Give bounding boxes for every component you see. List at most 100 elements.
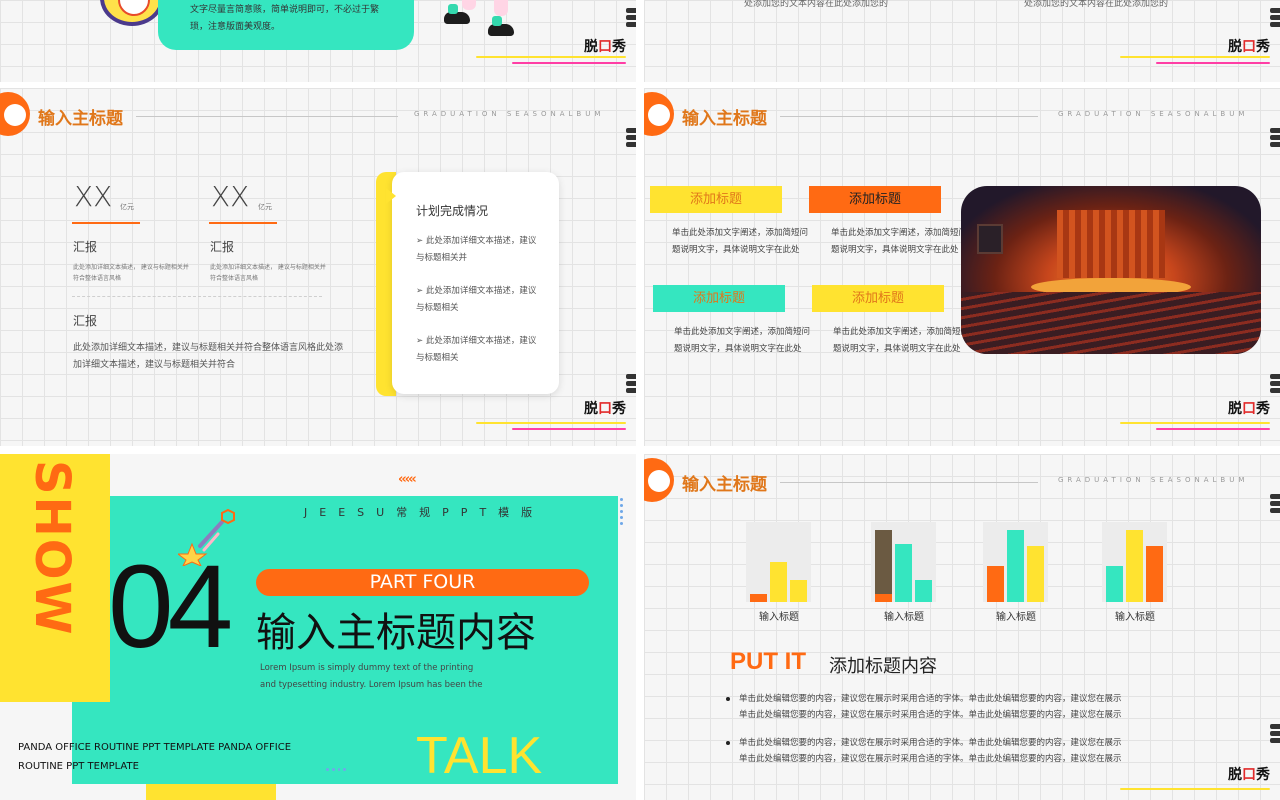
pill-label: 添加标题 xyxy=(650,186,782,213)
slide-mid-left[interactable]: 输入主标题 GRADUATION SEASONALBUM XX 亿元 汇报 此处… xyxy=(0,88,636,446)
side-tabs xyxy=(1270,8,1280,29)
plan-card: 计划完成情况 ➢ 此处添加详细文本描述，建议与标题相关并 ➢ 此处添加详细文本描… xyxy=(392,172,559,394)
pill-label: 添加标题 xyxy=(812,285,944,312)
logo: 脱口秀 xyxy=(584,39,626,55)
shoe-icon xyxy=(488,16,514,36)
info-card: 文字尽量言简意赅，简单说明即可，不必过于繁琐，注意版面美观度。 xyxy=(158,0,414,50)
decor-stripe xyxy=(1156,62,1270,64)
header-title: 输入主标题 xyxy=(38,109,123,129)
section-title: 输入主标题内容 xyxy=(256,610,536,656)
stat1-label: 汇报 xyxy=(73,240,98,254)
bar xyxy=(987,566,1004,602)
slide-bottom-left[interactable]: SHOW ‹‹‹‹‹ JEESU常规PPT模版 04 PART FOUR 输入主… xyxy=(0,454,636,800)
theater-image xyxy=(961,186,1261,354)
side-tabs xyxy=(1270,374,1280,395)
leg-illustration xyxy=(494,0,508,16)
logo: 脱口秀 xyxy=(584,401,626,417)
stat2-unit: 亿元 xyxy=(258,203,272,211)
bullet-dot xyxy=(726,741,730,745)
decor-stripe xyxy=(1120,56,1270,58)
header-dot xyxy=(0,92,30,136)
shoe-icon xyxy=(444,4,470,24)
pill-desc: 单击此处添加文字阐述，添加简短问题说明文字，具体说明文字在此处 xyxy=(672,228,809,255)
lorem-text: Lorem Ipsum is simply dummy text of the … xyxy=(260,663,483,690)
bullet-dot xyxy=(726,697,730,701)
bar xyxy=(1007,530,1024,602)
logo: 脱口秀 xyxy=(1228,401,1270,417)
header-subtitle: GRADUATION SEASONALBUM xyxy=(414,110,605,118)
decor-stripe xyxy=(1120,422,1270,424)
clock-illustration xyxy=(100,0,164,26)
bar xyxy=(1126,530,1143,602)
stat2-value: XX xyxy=(211,180,250,213)
side-tabs xyxy=(626,374,636,395)
header-title: 输入主标题 xyxy=(682,109,767,129)
decor-stripe xyxy=(1120,788,1270,790)
logo: 脱口秀 xyxy=(1228,39,1270,55)
slide-top-left[interactable]: 文字尽量言简意赅，简单说明即可，不必过于繁琐，注意版面美观度。 脱口秀 xyxy=(0,0,636,82)
bar-segment xyxy=(875,594,892,602)
stat2-label: 汇报 xyxy=(210,240,235,254)
stat1-underline xyxy=(72,222,140,224)
brand-text: JEESU常规PPT模版 xyxy=(304,506,545,519)
bar xyxy=(790,580,807,602)
divider xyxy=(72,296,322,297)
plan-item: ➢ 此处添加详细文本描述，建议与标题相关 xyxy=(416,336,537,363)
pill-desc: 单击此处添加文字阐述，添加简短问题说明文字，具体说明文字在此处 xyxy=(831,228,968,255)
bar xyxy=(915,580,932,602)
slide-top-right[interactable]: 处添加您的文本内容在此处添加您的 处添加您的文本内容在此处添加您的 脱口秀 xyxy=(644,0,1280,82)
header-dot xyxy=(644,92,674,136)
bullet-text: 单击此处编辑您要的内容，建议您在展示时采用合适的字体。单击此处编辑您要的内容，建… xyxy=(739,754,1122,764)
bar xyxy=(1027,546,1044,602)
bullet-text: 单击此处编辑您要的内容，建议您在展示时采用合适的字体。单击此处编辑您要的内容，建… xyxy=(739,738,1122,748)
show-vertical-text: SHOW xyxy=(24,460,80,637)
side-tabs xyxy=(626,8,636,29)
talk-text: TALK xyxy=(416,727,543,785)
stat1-value: XX xyxy=(74,180,113,213)
logo: 脱口秀 xyxy=(1228,767,1270,783)
bar-chart: 输入标题 输入标题 输入标题 输入标题 xyxy=(644,454,1280,634)
bar-category-label: 输入标题 xyxy=(996,612,1036,623)
decor-stripe xyxy=(512,62,626,64)
leg-illustration xyxy=(462,0,476,10)
bar-category-label: 输入标题 xyxy=(759,612,799,623)
report-label: 汇报 xyxy=(73,314,98,328)
plan-item: ➢ 此处添加详细文本描述，建议与标题相关并 xyxy=(416,236,537,263)
pill-label: 添加标题 xyxy=(653,285,785,312)
yellow-bottom-block xyxy=(146,784,276,800)
side-tabs xyxy=(1270,128,1280,149)
part-pill: PART FOUR xyxy=(256,569,589,596)
header-line xyxy=(780,116,1038,117)
top-right-text-right: 处添加您的文本内容在此处添加您的 xyxy=(1024,0,1169,9)
bar-category-label: 输入标题 xyxy=(884,612,924,623)
info-card-text: 文字尽量言简意赅，简单说明即可，不必过于繁琐，注意版面美观度。 xyxy=(190,5,380,32)
pill-label: 添加标题 xyxy=(809,186,941,213)
panda-text: PANDA OFFICE ROUTINE PPT TEMPLATE PANDA … xyxy=(18,742,292,772)
stat2-desc: 此处添加详细文本描述， 建议与标题相关并符合整体语言风格 xyxy=(210,264,326,282)
bar xyxy=(770,562,787,602)
plan-item: ➢ 此处添加详细文本描述，建议与标题相关 xyxy=(416,286,537,313)
header-subtitle: GRADUATION SEASONALBUM xyxy=(1058,110,1249,118)
putit-title: PUT IT xyxy=(730,648,806,675)
slide-mid-right[interactable]: 输入主标题 GRADUATION SEASONALBUM 添加标题 添加标题 单… xyxy=(644,88,1280,446)
pill-desc: 单击此处添加文字阐述，添加简短问题说明文字，具体说明文字在此处 xyxy=(833,327,970,354)
dots-decor xyxy=(326,768,346,774)
bullet-text: 单击此处编辑您要的内容，建议您在展示时采用合适的字体。单击此处编辑您要的内容，建… xyxy=(739,694,1122,704)
putit-subtitle: 添加标题内容 xyxy=(829,656,937,677)
stat2-underline xyxy=(209,222,277,224)
side-tabs xyxy=(626,128,636,149)
decor-stripe xyxy=(476,56,626,58)
bar xyxy=(1146,546,1163,602)
decor-stripe xyxy=(1156,428,1270,430)
section-number: 04 xyxy=(108,541,233,673)
stat1-unit: 亿元 xyxy=(120,203,134,211)
top-right-text-left: 处添加您的文本内容在此处添加您的 xyxy=(744,0,889,9)
pill-desc: 单击此处添加文字阐述，添加简短问题说明文字，具体说明文字在此处 xyxy=(674,327,811,354)
decor-stripe xyxy=(512,428,626,430)
chevrons-icon: ‹‹‹‹‹ xyxy=(398,472,417,487)
plan-arrow-icon xyxy=(386,188,396,204)
bar xyxy=(1106,566,1123,602)
slide-bottom-right[interactable]: 输入主标题 GRADUATION SEASONALBUM 输入标题 输入标题 输入标… xyxy=(644,454,1280,800)
dots-decor xyxy=(620,498,624,528)
decor-stripe xyxy=(476,422,626,424)
